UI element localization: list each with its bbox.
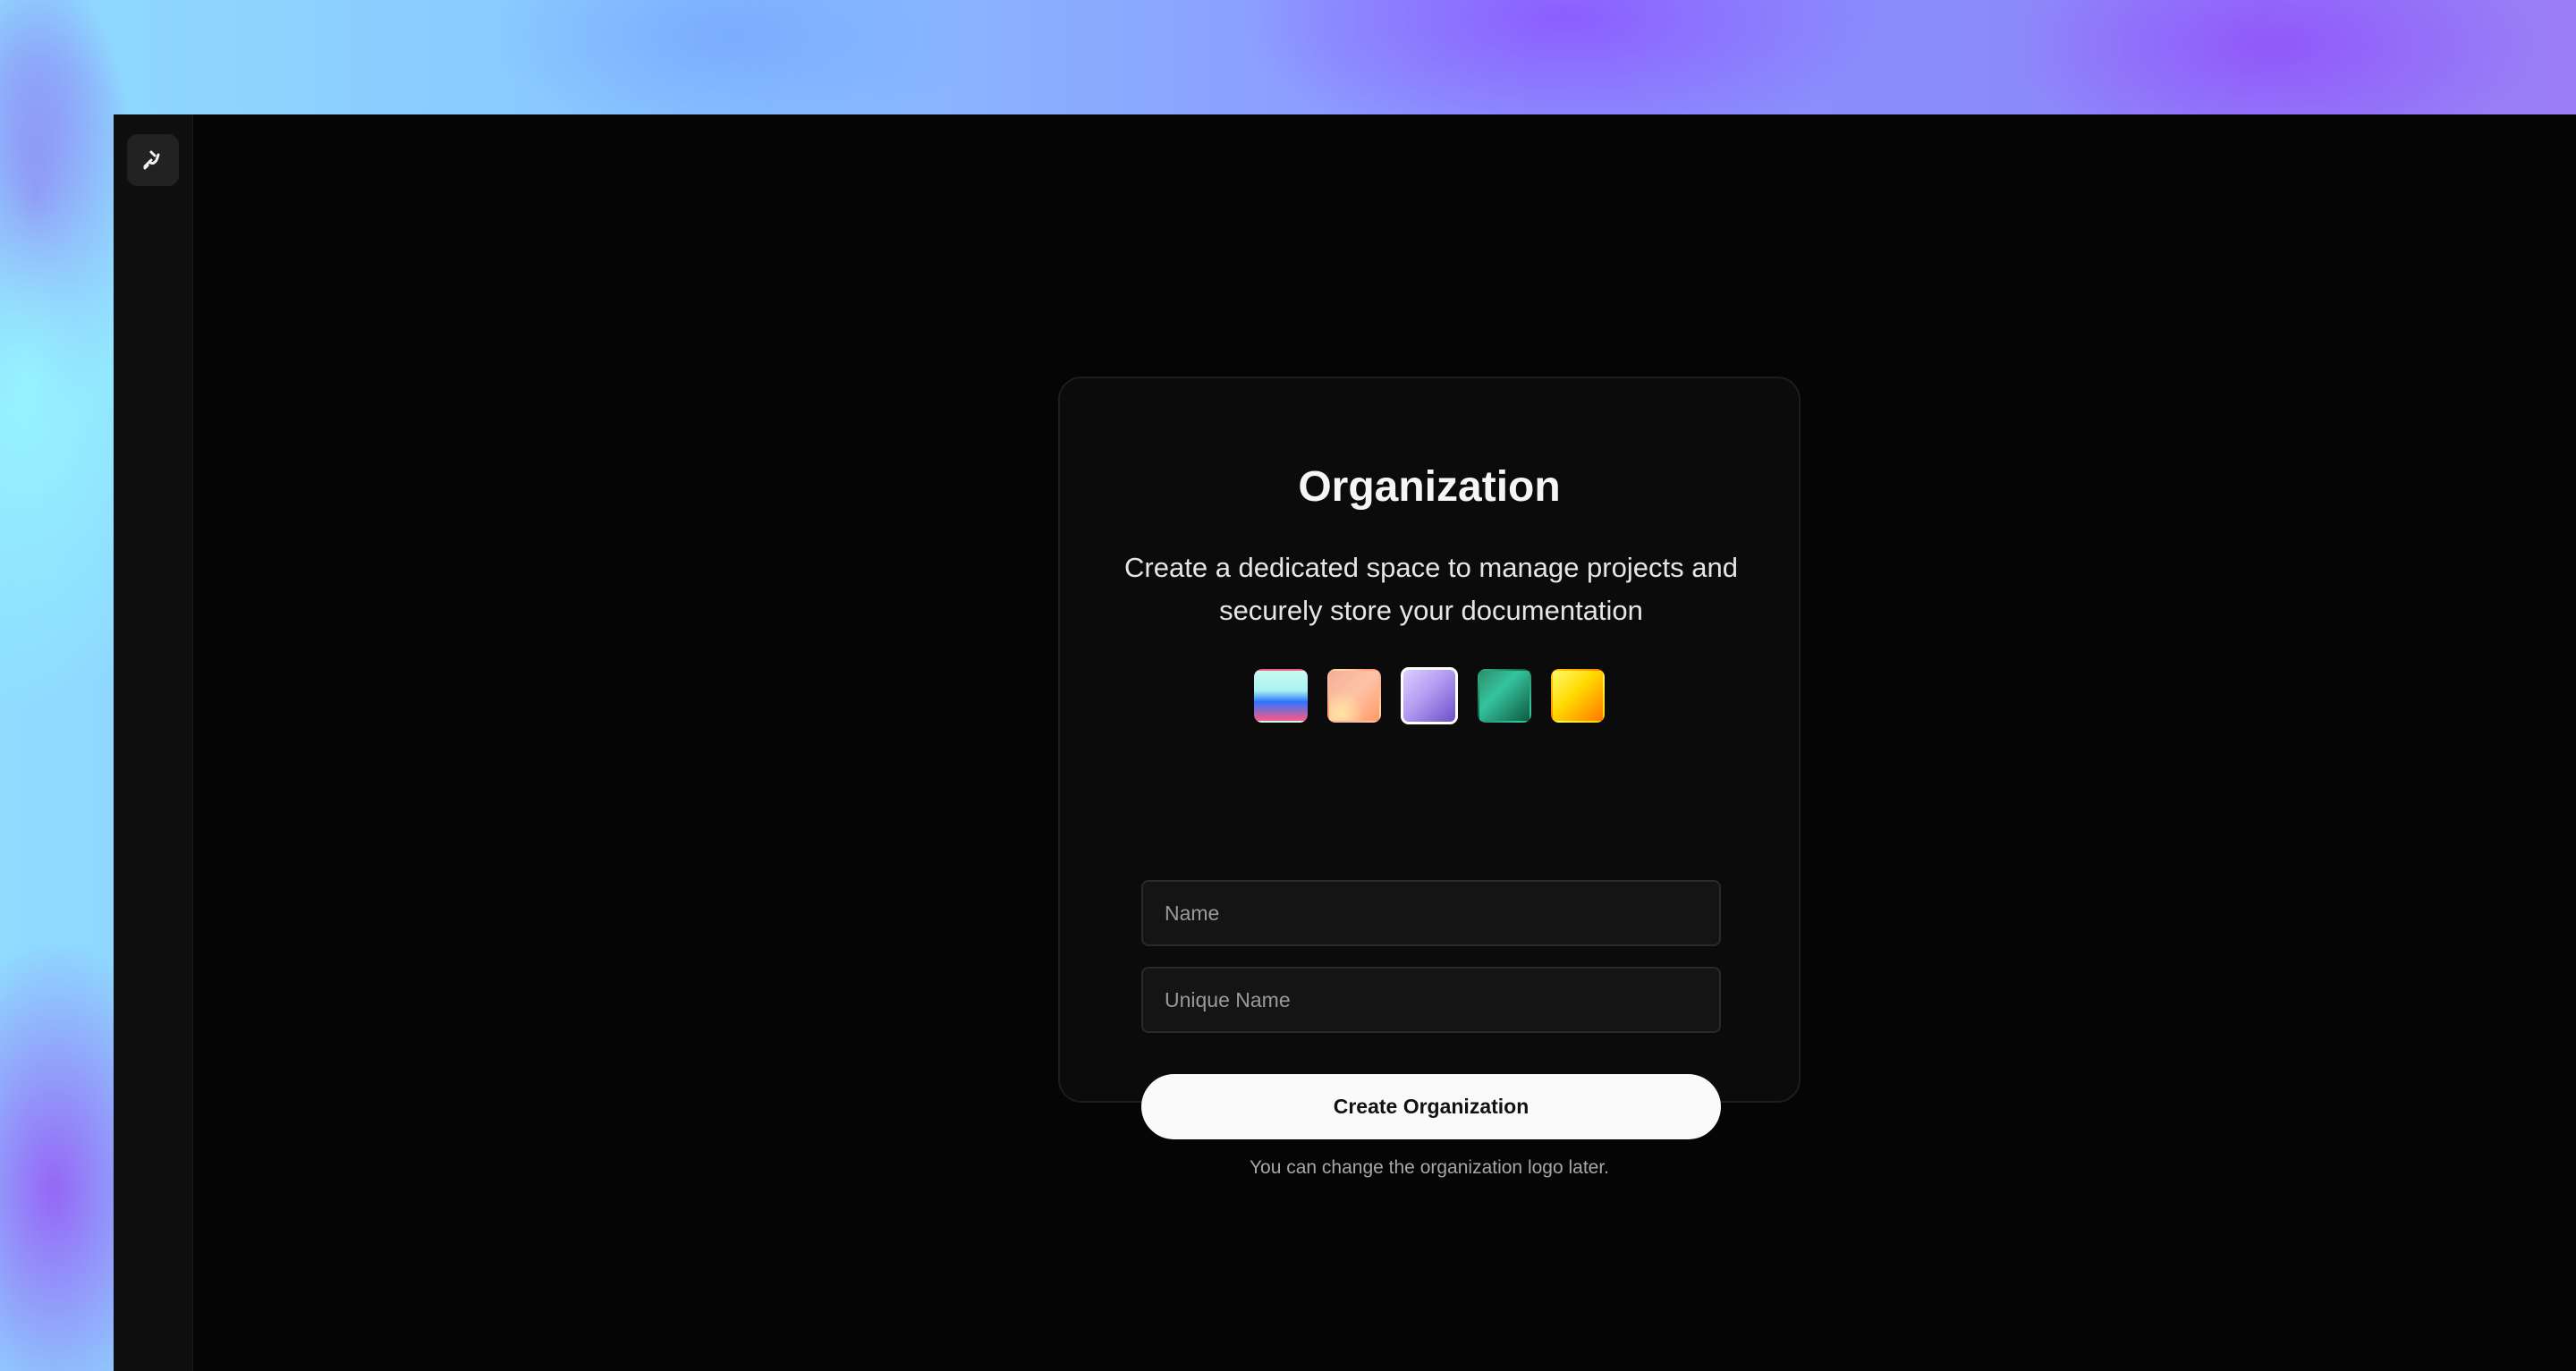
card-title: Organization bbox=[1298, 463, 1561, 511]
organization-name-input[interactable] bbox=[1141, 880, 1721, 946]
pen-nib-icon bbox=[143, 150, 160, 170]
create-organization-card: Organization Create a dedicated space to… bbox=[1058, 377, 1801, 1139]
logo-swatch-lavender-selected[interactable] bbox=[1401, 667, 1458, 724]
create-organization-button[interactable]: Create Organization bbox=[1141, 1074, 1721, 1139]
organization-unique-name-input[interactable] bbox=[1141, 967, 1721, 1033]
logo-swatch-yellow-orange[interactable] bbox=[1551, 669, 1605, 723]
sidebar bbox=[114, 114, 193, 1371]
card-description: Create a dedicated space to manage proje… bbox=[1124, 552, 1738, 626]
logo-swatch-picker bbox=[1060, 667, 1799, 724]
logo-change-note: You can change the organization logo lat… bbox=[1249, 1157, 1610, 1178]
logo-swatch-emerald[interactable] bbox=[1478, 669, 1531, 723]
app-logo-button[interactable] bbox=[127, 134, 179, 186]
logo-swatch-aqua-blue-pink[interactable] bbox=[1254, 669, 1308, 723]
logo-swatch-peach[interactable] bbox=[1327, 669, 1381, 723]
